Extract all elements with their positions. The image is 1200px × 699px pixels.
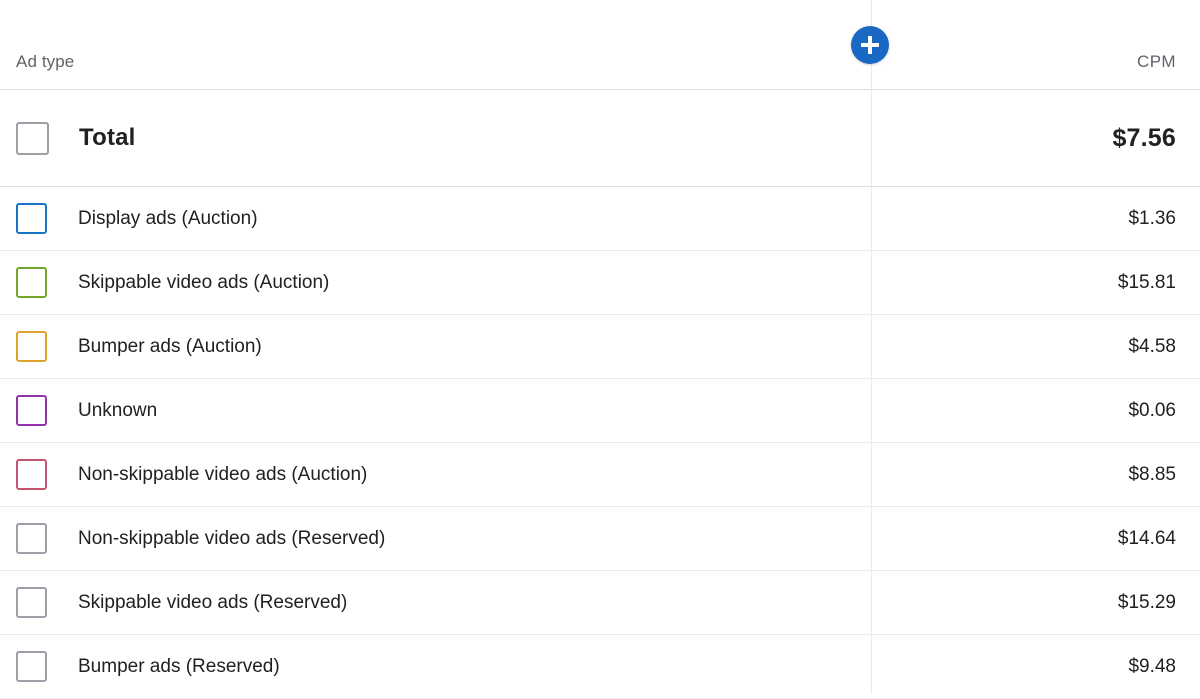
total-row-label: Total [79, 124, 136, 151]
row-dimension-cell: Bumper ads (Auction) [0, 331, 871, 362]
row-metric-cell: $15.29 [871, 591, 1200, 615]
ad-type-cpm-table: Ad type CPM Total $7.56 Display ads (Auc… [0, 0, 1200, 699]
row-metric-cell: $9.48 [871, 655, 1200, 679]
row-dimension-cell: Skippable video ads (Reserved) [0, 587, 871, 618]
row-label: Bumper ads (Auction) [78, 335, 262, 357]
row-label: Skippable video ads (Auction) [78, 271, 330, 293]
row-metric-cell: $8.85 [871, 463, 1200, 487]
row-label: Non-skippable video ads (Auction) [78, 463, 368, 485]
column-header-ad-type: Ad type [16, 52, 75, 71]
table-row: Bumper ads (Auction) $4.58 [0, 315, 1200, 379]
table-row: Skippable video ads (Reserved) $15.29 [0, 571, 1200, 635]
row-checkbox-total[interactable] [16, 121, 49, 155]
row-label: Non-skippable video ads (Reserved) [78, 527, 386, 549]
table-body: Display ads (Auction) $1.36 Skippable vide… [0, 187, 1200, 699]
table-row: Unknown $0.06 [0, 379, 1200, 443]
row-checkbox[interactable] [16, 267, 47, 298]
row-value: $8.85 [1128, 463, 1176, 485]
row-checkbox[interactable] [16, 651, 47, 682]
total-row-dimension-cell: Total [0, 121, 871, 155]
row-checkbox[interactable] [16, 523, 47, 554]
table-row: Skippable video ads (Auction) $15.81 [0, 251, 1200, 315]
table-row: Bumper ads (Reserved) $9.48 [0, 635, 1200, 699]
total-row-value: $7.56 [1112, 123, 1176, 152]
plus-icon-vertical [868, 36, 872, 54]
row-metric-cell: $0.06 [871, 399, 1200, 423]
row-dimension-cell: Non-skippable video ads (Reserved) [0, 523, 871, 554]
row-label: Unknown [78, 399, 158, 421]
total-row-metric-cell: $7.56 [871, 123, 1200, 152]
row-value: $9.48 [1128, 655, 1176, 677]
row-checkbox[interactable] [16, 459, 47, 490]
row-dimension-cell: Skippable video ads (Auction) [0, 267, 871, 298]
row-checkbox[interactable] [16, 331, 47, 362]
row-checkbox[interactable] [16, 587, 47, 618]
table-row: Display ads (Auction) $1.36 [0, 187, 1200, 251]
column-header-cpm: CPM [1137, 52, 1176, 71]
row-checkbox[interactable] [16, 395, 47, 426]
row-value: $14.64 [1117, 527, 1176, 549]
row-dimension-cell: Bumper ads (Reserved) [0, 651, 871, 682]
row-value: $15.81 [1117, 271, 1176, 293]
table-header-row: Ad type CPM [0, 0, 1200, 90]
row-label: Skippable video ads (Reserved) [78, 591, 348, 613]
row-checkbox[interactable] [16, 203, 47, 234]
row-label: Display ads (Auction) [78, 207, 258, 229]
header-cell-cpm: CPM [871, 52, 1200, 89]
table-row: Non-skippable video ads (Reserved) $14.64 [0, 507, 1200, 571]
table-row-total: Total $7.56 [0, 90, 1200, 187]
row-dimension-cell: Non-skippable video ads (Auction) [0, 459, 871, 490]
row-metric-cell: $1.36 [871, 207, 1200, 231]
row-dimension-cell: Unknown [0, 395, 871, 426]
row-metric-cell: $14.64 [871, 527, 1200, 551]
row-label: Bumper ads (Reserved) [78, 655, 280, 677]
row-metric-cell: $4.58 [871, 335, 1200, 359]
row-value: $1.36 [1128, 207, 1176, 229]
column-divider [871, 0, 872, 694]
add-metric-button[interactable] [851, 26, 889, 64]
row-metric-cell: $15.81 [871, 271, 1200, 295]
table-row: Non-skippable video ads (Auction) $8.85 [0, 443, 1200, 507]
row-value: $4.58 [1128, 335, 1176, 357]
row-value: $15.29 [1117, 591, 1176, 613]
row-value: $0.06 [1128, 399, 1176, 421]
row-dimension-cell: Display ads (Auction) [0, 203, 871, 234]
header-cell-ad-type: Ad type [0, 52, 871, 89]
